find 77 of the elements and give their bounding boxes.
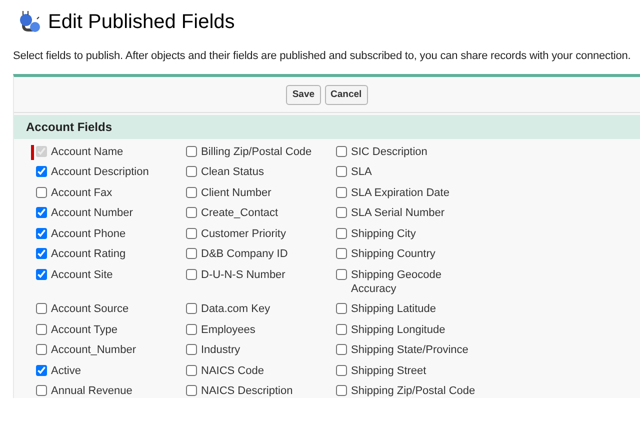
field-checkbox[interactable] <box>336 364 347 376</box>
field-checkbox[interactable] <box>36 344 47 356</box>
field-label: Shipping Country <box>351 247 436 262</box>
field-label: Data.com Key <box>201 302 270 316</box>
field-label: Account Source <box>51 302 129 316</box>
field-label: Active <box>51 364 81 378</box>
field-label: NAICS Description <box>201 384 293 398</box>
field-checkbox[interactable] <box>36 303 47 314</box>
field-label: Account Fax <box>51 186 112 200</box>
field-checkbox[interactable] <box>186 248 197 260</box>
field-label: Shipping Longitude <box>351 322 446 337</box>
field-label: SIC Description <box>351 144 428 159</box>
field-label: Shipping State/Province <box>351 343 468 358</box>
field-label: Employees <box>201 322 256 337</box>
field-label: Client Number <box>201 186 272 200</box>
field-label: Account Description <box>51 165 149 180</box>
field-checkbox[interactable] <box>336 166 347 178</box>
field-label: Customer Priority <box>201 226 286 241</box>
field-label: Annual Revenue <box>51 384 132 398</box>
field-checkbox[interactable] <box>36 186 47 198</box>
field-label: Shipping Street <box>351 364 426 378</box>
field-checkbox[interactable] <box>186 146 197 157</box>
field-label: D&B Company ID <box>201 247 288 262</box>
field-checkbox[interactable] <box>336 207 347 218</box>
field-label: Account Name <box>51 144 124 159</box>
field-label: D-U-N-S Number <box>201 268 286 282</box>
field-label: Account Number <box>51 206 133 220</box>
section-header: Account Fields <box>14 114 640 139</box>
field-checkbox[interactable] <box>186 364 197 376</box>
field-checkbox[interactable] <box>36 268 47 280</box>
connection-icon <box>18 10 42 34</box>
field-label: Clean Status <box>201 165 264 180</box>
field-checkbox[interactable] <box>186 166 197 178</box>
field-checkbox[interactable] <box>186 186 197 198</box>
field-checkbox[interactable] <box>186 344 197 356</box>
field-label: Account_Number <box>51 343 136 358</box>
field-checkbox[interactable] <box>336 303 347 314</box>
field-checkbox[interactable] <box>186 228 197 239</box>
field-checkbox[interactable] <box>336 268 347 280</box>
field-checkbox[interactable] <box>336 146 347 157</box>
field-label: NAICS Code <box>201 364 264 378</box>
page-description: Select fields to publish. After objects and their fields are published and subscribed to, you can share records with your connection. <box>13 49 632 64</box>
field-checkbox[interactable] <box>336 228 347 239</box>
field-checkbox[interactable] <box>336 344 347 356</box>
field-label: Create_Contact <box>201 206 278 220</box>
field-checkbox[interactable] <box>186 303 197 314</box>
field-label: Shipping Latitude <box>351 302 436 316</box>
field-label: Account Phone <box>51 226 126 241</box>
field-label: SLA <box>351 165 372 180</box>
save-button[interactable]: Save <box>286 84 321 105</box>
field-label: SLA Expiration Date <box>351 186 450 200</box>
field-checkbox[interactable] <box>36 248 47 260</box>
field-checkbox[interactable] <box>336 248 347 260</box>
field-checkbox[interactable] <box>36 207 47 218</box>
field-label: Account Site <box>51 268 113 282</box>
field-label: Account Rating <box>51 247 126 262</box>
field-checkbox[interactable] <box>336 186 347 198</box>
field-label: Shipping Geocode Accuracy <box>351 268 443 296</box>
cancel-button[interactable]: Cancel <box>324 84 368 105</box>
field-label: Industry <box>201 343 240 358</box>
field-checkbox[interactable] <box>336 324 347 335</box>
field-checkbox[interactable] <box>186 385 197 396</box>
field-checkbox[interactable] <box>36 166 47 178</box>
field-checkbox[interactable] <box>186 268 197 280</box>
field-checkbox[interactable] <box>186 207 197 218</box>
field-checkbox[interactable] <box>36 364 47 376</box>
field-checkbox[interactable] <box>336 385 347 396</box>
field-label: Account Type <box>51 322 118 337</box>
field-label: Billing Zip/Postal Code <box>201 144 312 159</box>
field-label: Shipping City <box>351 226 416 241</box>
field-checkbox[interactable] <box>36 228 47 239</box>
field-checkbox[interactable] <box>36 385 47 396</box>
field-label: SLA Serial Number <box>351 206 445 220</box>
field-label: Shipping Zip/Postal Code <box>351 384 476 398</box>
field-checkbox[interactable] <box>186 324 197 335</box>
page-title: Edit Published Fields <box>48 10 235 34</box>
field-checkbox[interactable] <box>36 324 47 335</box>
